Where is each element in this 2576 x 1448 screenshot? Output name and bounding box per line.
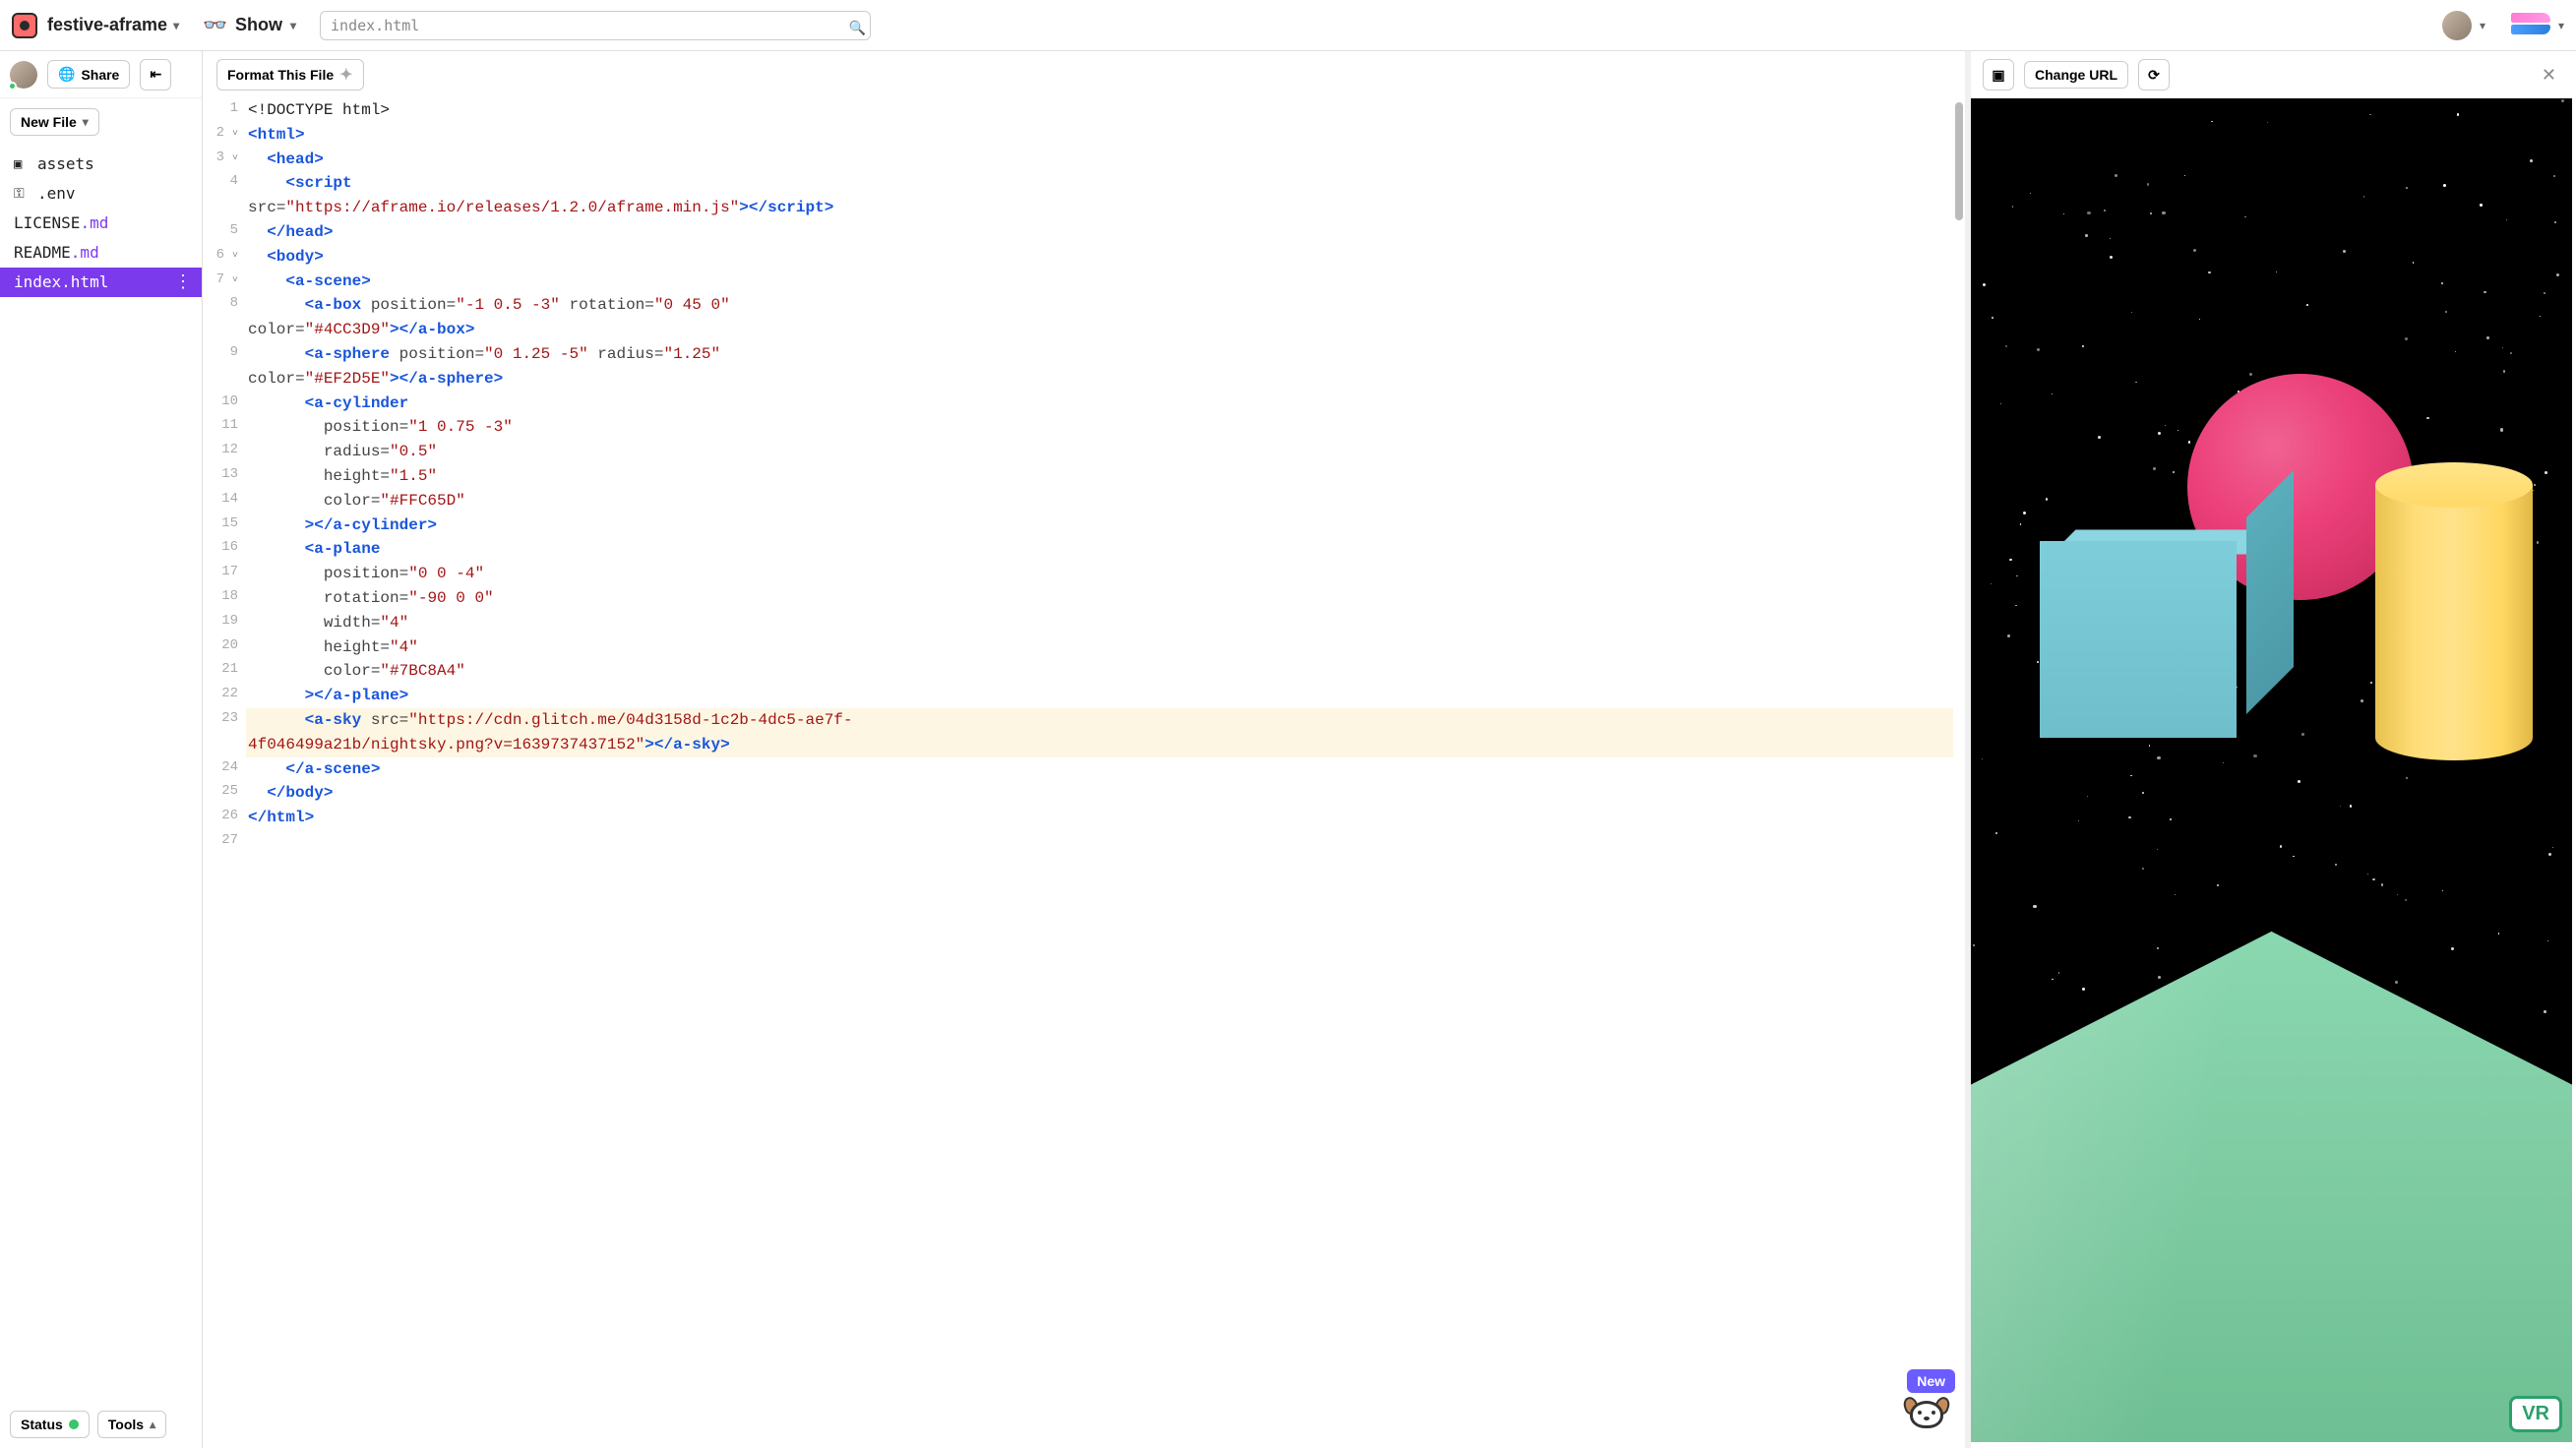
new-file-label: New File <box>21 114 77 130</box>
editor-panel: Format This File ✦ 12 ˅3 ˅456 ˅7 ˅891011… <box>203 51 1971 1448</box>
chevron-up-icon: ▴ <box>150 1418 155 1431</box>
play-icon: ▣ <box>1992 67 2004 84</box>
show-dropdown[interactable]: 👓 Show ▾ <box>203 13 296 37</box>
avatar[interactable] <box>2442 11 2472 40</box>
chevron-down-icon[interactable]: ▾ <box>2558 19 2564 32</box>
change-url-label: Change URL <box>2035 67 2117 83</box>
code-content[interactable]: <!DOCTYPE html><html> <head> <scriptsrc=… <box>246 98 1965 1448</box>
sparkle-icon: ✦ <box>339 65 352 85</box>
sunglasses-icon: 👓 <box>203 13 227 37</box>
share-button[interactable]: 🌐 Share <box>47 60 130 89</box>
scene-plane <box>1971 932 2572 1442</box>
file-name: LICENSE.md <box>14 211 108 235</box>
open-preview-button[interactable]: ▣ <box>1983 59 2014 90</box>
file-item-LICENSE-md[interactable]: LICENSE.md <box>0 209 202 238</box>
code-editor[interactable]: 12 ˅3 ˅456 ˅7 ˅8910111213141516171819202… <box>203 98 1965 1448</box>
glitch-logo[interactable] <box>2511 13 2550 38</box>
project-logo <box>12 13 37 38</box>
format-file-button[interactable]: Format This File ✦ <box>216 59 364 90</box>
show-label: Show <box>235 15 282 35</box>
vr-button[interactable]: VR <box>2509 1396 2562 1432</box>
folder-icon: ▣ <box>14 154 31 175</box>
aframe-scene <box>1971 98 2572 1442</box>
tools-label: Tools <box>108 1417 144 1432</box>
file-menu-icon[interactable]: ⋮ <box>174 273 192 291</box>
project-name-dropdown[interactable]: festive-aframe ▾ <box>47 15 179 35</box>
scrollbar-thumb[interactable] <box>1955 102 1963 220</box>
glitch-dog-mascot[interactable] <box>1906 1395 1947 1436</box>
search-container: 🔍 <box>320 11 891 40</box>
chevron-down-icon[interactable]: ▾ <box>2480 19 2485 32</box>
status-button[interactable]: Status <box>10 1411 90 1438</box>
search-icon[interactable]: 🔍 <box>849 20 866 35</box>
status-label: Status <box>21 1417 63 1432</box>
format-label: Format This File <box>227 67 334 83</box>
key-icon: ⚿ <box>14 184 31 205</box>
close-preview-button[interactable]: ✕ <box>2534 61 2564 90</box>
search-input[interactable] <box>320 11 871 40</box>
chevron-down-icon: ▾ <box>173 19 179 32</box>
chevron-down-icon: ▾ <box>83 115 89 129</box>
globe-icon: 🌐 <box>58 66 75 83</box>
file-item-assets[interactable]: ▣ assets <box>0 150 202 179</box>
file-name: assets <box>37 152 94 176</box>
file-list: ▣ assets ⚿ .env LICENSE.md README.md index.htm… <box>0 146 202 1401</box>
file-item-index-html[interactable]: index.html ⋮ <box>0 268 202 297</box>
scene-box <box>2040 541 2246 748</box>
new-badge[interactable]: New <box>1907 1369 1955 1393</box>
change-url-button[interactable]: Change URL <box>2024 61 2128 89</box>
line-gutter: 12 ˅3 ˅456 ˅7 ˅8910111213141516171819202… <box>203 98 246 1448</box>
sidebar: 🌐 Share ⇤ New File ▾ ▣ assets ⚿ .env LICENSE… <box>0 51 203 1448</box>
tools-button[interactable]: Tools ▴ <box>97 1411 166 1438</box>
collapse-sidebar-button[interactable]: ⇤ <box>140 59 171 90</box>
collapse-icon: ⇤ <box>150 66 161 83</box>
preview-viewport[interactable]: VR <box>1971 98 2572 1442</box>
preview-panel: ▣ Change URL ⟳ ✕ <box>1971 51 2576 1448</box>
file-name: README.md <box>14 241 99 265</box>
project-name-label: festive-aframe <box>47 15 167 35</box>
scene-cylinder <box>2375 462 2533 757</box>
new-file-button[interactable]: New File ▾ <box>10 108 99 136</box>
refresh-icon: ⟳ <box>2148 67 2160 84</box>
topbar: festive-aframe ▾ 👓 Show ▾ 🔍 ▾ ▾ <box>0 0 2576 51</box>
file-name: index.html <box>14 271 108 294</box>
share-label: Share <box>81 67 119 83</box>
chevron-down-icon: ▾ <box>290 19 296 32</box>
avatar[interactable] <box>10 61 37 89</box>
status-dot-icon <box>69 1419 79 1429</box>
refresh-preview-button[interactable]: ⟳ <box>2138 59 2170 90</box>
file-name: .env <box>37 182 76 206</box>
file-item-README-md[interactable]: README.md <box>0 238 202 268</box>
file-item--env[interactable]: ⚿ .env <box>0 179 202 209</box>
